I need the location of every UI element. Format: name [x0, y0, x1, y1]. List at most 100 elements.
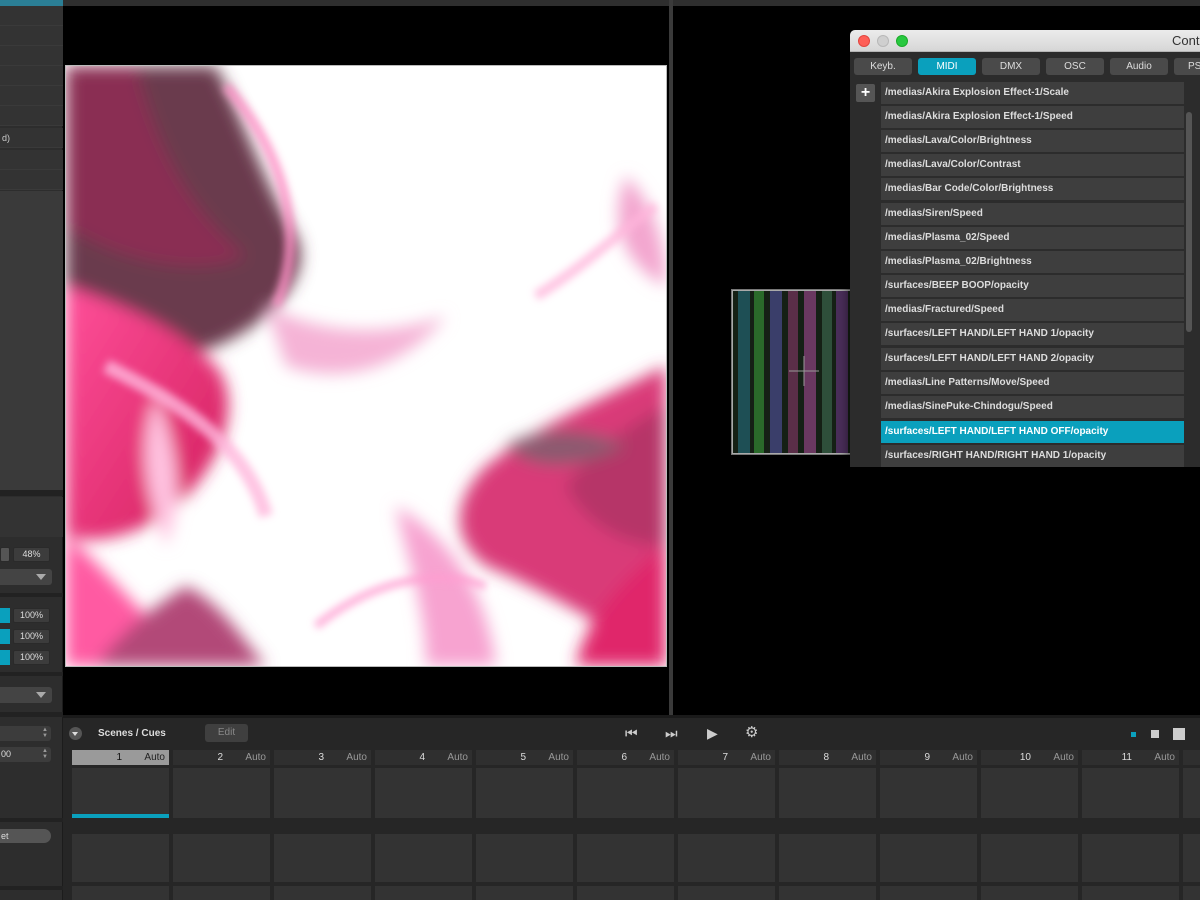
previous-cue-icon[interactable]: ⏮ — [625, 724, 638, 742]
cue-header[interactable]: 1 Auto — [72, 750, 169, 765]
cue-cell[interactable] — [981, 834, 1078, 882]
cue-header[interactable] — [1183, 750, 1200, 765]
cue-cell[interactable] — [1183, 834, 1200, 882]
cue-header[interactable]: 10 Auto — [981, 750, 1078, 765]
mode-dropdown[interactable] — [0, 687, 52, 703]
tab-midi[interactable]: MIDI — [918, 58, 976, 75]
cue-header[interactable]: 2 Auto — [173, 750, 270, 765]
output-surface-thumbnail[interactable] — [731, 289, 853, 455]
color-value[interactable]: 100% — [13, 608, 50, 623]
inspector-row[interactable] — [0, 66, 63, 86]
opacity-slider-track[interactable] — [0, 547, 10, 562]
cue-cell[interactable] — [981, 886, 1078, 900]
edit-button[interactable]: Edit — [205, 724, 248, 742]
color-slider-fill[interactable] — [0, 608, 10, 623]
cue-header[interactable]: 11 Auto — [1082, 750, 1179, 765]
add-control-button[interactable]: + — [856, 84, 875, 102]
opacity-value[interactable]: 48% — [13, 547, 50, 562]
spin-field[interactable]: ▲ ▼ — [0, 726, 51, 741]
cue-cell[interactable] — [678, 768, 775, 818]
cue-cell[interactable] — [476, 834, 573, 882]
large-thumbnail-size-icon[interactable] — [1173, 728, 1185, 740]
cue-cell[interactable] — [72, 834, 169, 882]
cue-cell[interactable] — [577, 834, 674, 882]
tab-dmx[interactable]: DMX — [982, 58, 1040, 75]
cue-cell[interactable] — [880, 886, 977, 900]
color-slider-fill[interactable] — [0, 650, 10, 665]
stepper-arrows-icon[interactable]: ▲ ▼ — [42, 727, 48, 739]
play-icon[interactable]: ▶ — [707, 724, 718, 742]
tab-audio[interactable]: Audio — [1110, 58, 1168, 75]
cue-cell[interactable] — [476, 886, 573, 900]
tab-keyboard[interactable]: Keyb. — [854, 58, 912, 75]
cue-cell[interactable] — [880, 768, 977, 818]
inspector-row[interactable] — [0, 170, 63, 190]
tab-ps[interactable]: PS — [1174, 58, 1200, 75]
cue-header[interactable]: 4 Auto — [375, 750, 472, 765]
list-item[interactable]: /medias/Akira Explosion Effect-1/Speed — [881, 106, 1184, 128]
list-item[interactable]: /medias/Plasma_02/Speed — [881, 227, 1184, 249]
cue-cell[interactable] — [779, 834, 876, 882]
cue-cell[interactable] — [274, 886, 371, 900]
cue-cell[interactable] — [1183, 886, 1200, 900]
cue-cell[interactable] — [981, 768, 1078, 818]
list-item[interactable]: /surfaces/LEFT HAND/LEFT HAND 2/opacity — [881, 348, 1184, 370]
list-item[interactable]: /medias/Bar Code/Color/Brightness — [881, 178, 1184, 200]
cue-header[interactable]: 9 Auto — [880, 750, 977, 765]
cue-header[interactable]: 6 Auto — [577, 750, 674, 765]
cue-cell[interactable] — [274, 768, 371, 818]
cue-cell[interactable] — [375, 768, 472, 818]
close-icon[interactable] — [858, 35, 870, 47]
cue-cell[interactable] — [1183, 768, 1200, 818]
list-item[interactable]: /medias/SinePuke-Chindogu/Speed — [881, 396, 1184, 418]
collapse-button[interactable] — [69, 727, 82, 740]
cue-cell[interactable] — [173, 886, 270, 900]
list-item[interactable]: /medias/Akira Explosion Effect-1/Scale — [881, 82, 1184, 104]
color-value[interactable]: 100% — [13, 629, 50, 644]
cue-cell[interactable] — [173, 768, 270, 818]
cue-header[interactable]: 8 Auto — [779, 750, 876, 765]
blend-mode-dropdown[interactable] — [0, 569, 52, 585]
cue-cell[interactable] — [577, 886, 674, 900]
cue-cell[interactable] — [173, 834, 270, 882]
list-item[interactable]: /medias/Line Patterns/Move/Speed — [881, 372, 1184, 394]
cue-cell[interactable] — [72, 886, 169, 900]
cue-header[interactable]: 3 Auto — [274, 750, 371, 765]
tab-osc[interactable]: OSC — [1046, 58, 1104, 75]
cue-header[interactable]: 5 Auto — [476, 750, 573, 765]
media-preview[interactable] — [65, 65, 667, 667]
list-item[interactable]: /surfaces/LEFT HAND/LEFT HAND 1/opacity — [881, 323, 1184, 345]
list-item[interactable]: /medias/Fractured/Speed — [881, 299, 1184, 321]
stepper-arrows-icon[interactable]: ▲ ▼ — [42, 748, 48, 760]
list-item-selected[interactable]: /surfaces/LEFT HAND/LEFT HAND OFF/opacit… — [881, 421, 1184, 443]
inspector-row[interactable] — [0, 150, 63, 170]
medium-thumbnail-size-icon[interactable] — [1151, 730, 1159, 738]
cue-cell[interactable] — [375, 886, 472, 900]
color-slider-fill[interactable] — [0, 629, 10, 644]
settings-gear-icon[interactable]: ⚙ — [745, 724, 758, 742]
list-item[interactable]: /surfaces/RIGHT HAND/RIGHT HAND 1/opacit… — [881, 445, 1184, 467]
reset-button[interactable]: et — [0, 829, 51, 843]
cue-cell[interactable] — [779, 768, 876, 818]
cue-cell[interactable] — [678, 886, 775, 900]
minimize-icon[interactable] — [877, 35, 889, 47]
cue-cell[interactable] — [1082, 886, 1179, 900]
cue-header[interactable]: 7 Auto — [678, 750, 775, 765]
inspector-row[interactable] — [0, 26, 63, 46]
next-cue-icon[interactable]: ⏭ — [665, 724, 678, 742]
cue-cell[interactable] — [1082, 768, 1179, 818]
cue-cell[interactable] — [880, 834, 977, 882]
window-titlebar[interactable]: Cont — [850, 30, 1200, 52]
list-scrollbar[interactable] — [1186, 112, 1192, 332]
small-thumbnail-size-icon[interactable] — [1131, 732, 1136, 737]
list-item[interactable]: /surfaces/BEEP BOOP/opacity — [881, 275, 1184, 297]
controls-window[interactable]: Cont Keyb. MIDI DMX OSC Audio PS + /medi… — [850, 30, 1200, 467]
maximize-icon[interactable] — [896, 35, 908, 47]
cue-cell[interactable] — [72, 768, 169, 818]
inspector-row[interactable]: d) — [0, 128, 63, 148]
cue-cell[interactable] — [678, 834, 775, 882]
cue-cell[interactable] — [577, 768, 674, 818]
cue-cell[interactable] — [375, 834, 472, 882]
color-value[interactable]: 100% — [13, 650, 50, 665]
cue-cell[interactable] — [274, 834, 371, 882]
